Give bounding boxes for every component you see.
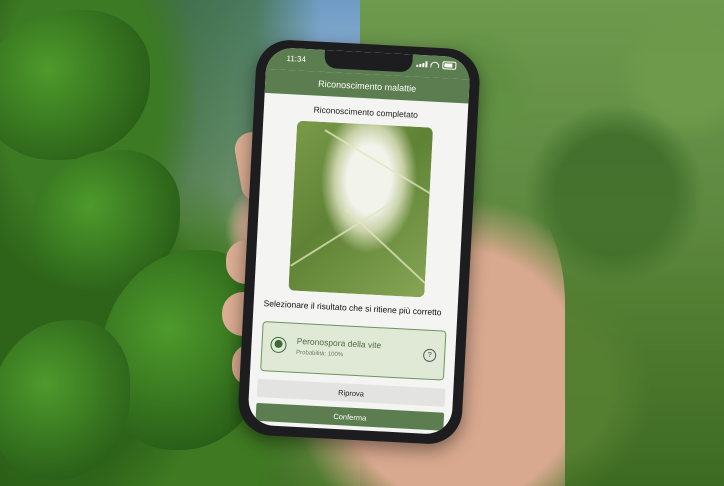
confirm-button[interactable]: Conferma	[255, 402, 445, 431]
recognition-status: Riconoscimento completato	[313, 104, 419, 120]
selection-prompt: Selezionare il risultato che si ritiene …	[263, 298, 442, 318]
leaf-photo	[288, 120, 434, 298]
retry-button[interactable]: Riprova	[256, 378, 446, 407]
leaf-vein	[324, 129, 434, 203]
help-icon[interactable]: ?	[422, 348, 437, 362]
radio-selected-icon[interactable]	[270, 336, 287, 353]
status-time: 11:34	[286, 53, 307, 64]
result-probability: Probabilità: 100%	[295, 349, 344, 358]
smartphone: 11:34 Riconoscimento malattie Riconoscim…	[236, 38, 482, 446]
status-icons	[416, 60, 457, 70]
wifi-icon	[430, 61, 440, 68]
signal-icon	[416, 61, 428, 68]
recognition-content: Riconoscimento completato Selezionare il…	[247, 93, 468, 435]
result-option[interactable]: Peronospora della vite Probabilità: 100%…	[260, 320, 447, 381]
result-name: Peronospora della vite	[296, 335, 382, 350]
app-title: Riconoscimento malattie	[317, 78, 417, 94]
leaf-vein	[290, 201, 393, 267]
phone-screen: 11:34 Riconoscimento malattie Riconoscim…	[247, 46, 471, 436]
battery-icon	[442, 61, 457, 70]
leaf-vein	[345, 208, 427, 285]
